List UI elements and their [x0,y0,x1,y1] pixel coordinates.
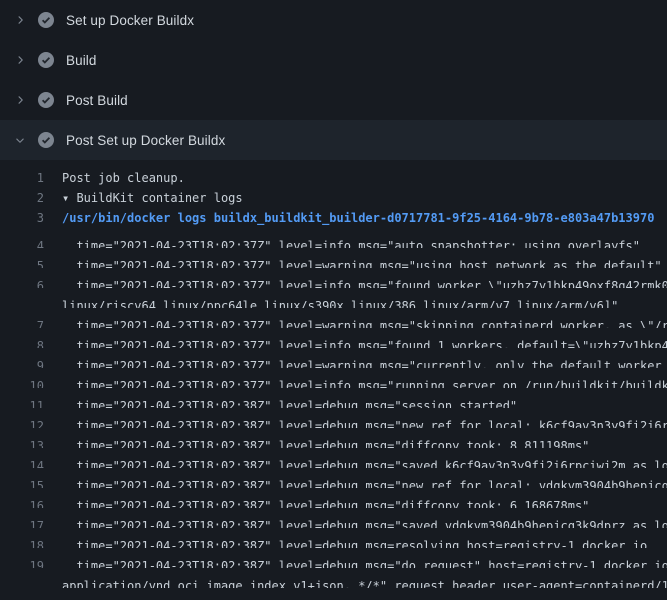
log-line: 7 time="2021-04-23T18:02:37Z" level=warn… [0,308,667,328]
check-circle-icon [38,12,54,28]
log-text: time="2021-04-23T18:02:37Z" level=warnin… [62,259,662,268]
chevron-icon[interactable] [12,12,28,28]
log-line: 20 time="2021-04-23T18:02:38Z" level=deb… [0,588,667,600]
log-text: time="2021-04-23T18:02:37Z" level=info m… [62,339,667,348]
sections-list: Set up Docker Buildx Build P [0,0,667,160]
chevron-icon[interactable] [12,132,28,148]
check-circle-icon [38,92,54,108]
check-circle-icon [38,52,54,68]
line-number[interactable]: 17 [0,516,44,528]
workflow-log-viewer: Set up Docker Buildx Build P [0,0,667,600]
log-text: time="2021-04-23T18:02:38Z" level=debug … [62,399,517,408]
section-title: Set up Docker Buildx [66,13,194,28]
line-number[interactable]: 16 [0,496,44,508]
log-text: time="2021-04-23T18:02:38Z" level=debug … [62,519,667,528]
line-number[interactable] [0,576,44,588]
line-number[interactable] [0,296,44,308]
log-text: time="2021-04-23T18:02:38Z" level=debug … [62,419,667,428]
line-number[interactable]: 15 [0,476,44,488]
line-number[interactable]: 3 [0,208,44,228]
log-text: BuildKit container logs [76,191,242,205]
line-number[interactable]: 11 [0,396,44,408]
log-text: time="2021-04-23T18:02:38Z" level=debug … [62,539,647,548]
log-line: 13 time="2021-04-23T18:02:38Z" level=deb… [0,428,667,448]
log-line: 10 time="2021-04-23T18:02:37Z" level=inf… [0,368,667,388]
line-number[interactable]: 5 [0,256,44,268]
group-triangle-icon[interactable]: ▾ [62,191,76,205]
section-header[interactable]: Post Build [0,80,667,120]
log-line: 1 Post job cleanup. [0,168,667,188]
log-text: time="2021-04-23T18:02:37Z" level=info m… [62,379,667,388]
log-text: time="2021-04-23T18:02:38Z" level=debug … [62,559,667,568]
line-number[interactable]: 10 [0,376,44,388]
check-circle-icon [38,132,54,148]
log-line: linux/riscv64 linux/ppc64le linux/s390x … [0,288,667,308]
log-text: Post job cleanup. [62,171,185,185]
log-line: 17 time="2021-04-23T18:02:38Z" level=deb… [0,508,667,528]
section-title: Post Set up Docker Buildx [66,133,225,148]
log-text: time="2021-04-23T18:02:38Z" level=debug … [62,499,589,508]
log-text: time="2021-04-23T18:02:37Z" level=warnin… [62,359,667,368]
log-line: 9 time="2021-04-23T18:02:37Z" level=warn… [0,348,667,368]
log-line: 15 time="2021-04-23T18:02:38Z" level=deb… [0,468,667,488]
line-number[interactable]: 14 [0,456,44,468]
line-number[interactable]: 20 [0,596,44,600]
log-line: 14 time="2021-04-23T18:02:38Z" level=deb… [0,448,667,468]
log-text: time="2021-04-23T18:02:38Z" level=debug … [62,459,667,468]
line-number[interactable]: 4 [0,236,44,248]
log-line: 11 time="2021-04-23T18:02:38Z" level=deb… [0,388,667,408]
log-text: application/vnd.oci.image.index.v1+json,… [62,579,667,588]
line-number[interactable]: 1 [0,168,44,188]
log-text: /usr/bin/docker logs buildx_buildkit_bui… [62,211,654,225]
log-text: time="2021-04-23T18:02:37Z" level=info m… [62,239,640,248]
log-line: 16 time="2021-04-23T18:02:38Z" level=deb… [0,488,667,508]
section-title: Build [66,53,97,68]
line-number[interactable]: 13 [0,436,44,448]
log-line: 3 /usr/bin/docker logs buildx_buildkit_b… [0,208,667,228]
log-line: 2 ▾ BuildKit container logs [0,188,667,208]
line-number[interactable]: 9 [0,356,44,368]
line-number[interactable]: 12 [0,416,44,428]
chevron-icon[interactable] [12,52,28,68]
line-number[interactable]: 19 [0,556,44,568]
log-text: linux/riscv64 linux/ppc64le linux/s390x … [62,299,618,308]
log-line: application/vnd.oci.image.index.v1+json,… [0,568,667,588]
log-text: time="2021-04-23T18:02:37Z" level=info m… [62,279,667,288]
log-text: time="2021-04-23T18:02:37Z" level=warnin… [62,319,667,328]
section-header[interactable]: Set up Docker Buildx [0,0,667,40]
line-number[interactable]: 7 [0,316,44,328]
chevron-icon[interactable] [12,92,28,108]
section-header[interactable]: Build [0,40,667,80]
line-number[interactable]: 6 [0,276,44,288]
log-line: 6 time="2021-04-23T18:02:37Z" level=info… [0,268,667,288]
log-line: 18 time="2021-04-23T18:02:38Z" level=deb… [0,528,667,548]
section-header[interactable]: Post Set up Docker Buildx [0,120,667,160]
line-number[interactable]: 18 [0,536,44,548]
log-lines: 1 Post job cleanup. 2 ▾ BuildKit contain… [0,160,667,600]
log-line: 5 time="2021-04-23T18:02:37Z" level=warn… [0,248,667,268]
log-text: time="2021-04-23T18:02:38Z" level=debug … [62,439,589,448]
log-line: 19 time="2021-04-23T18:02:38Z" level=deb… [0,548,667,568]
log-line: 12 time="2021-04-23T18:02:38Z" level=deb… [0,408,667,428]
log-text: time="2021-04-23T18:02:38Z" level=debug … [62,479,667,488]
line-number[interactable]: 8 [0,336,44,348]
section-title: Post Build [66,93,128,108]
log-line: 4 time="2021-04-23T18:02:37Z" level=info… [0,228,667,248]
log-line: 8 time="2021-04-23T18:02:37Z" level=info… [0,328,667,348]
line-number[interactable]: 2 [0,188,44,208]
